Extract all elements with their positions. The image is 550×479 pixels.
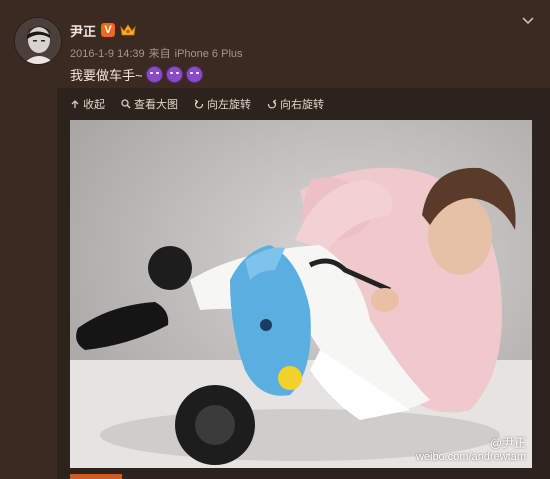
post-meta: 2016-1-9 14:39 来自 iPhone 6 Plus xyxy=(70,45,247,61)
avatar[interactable] xyxy=(14,17,62,65)
post-text-content: 我要做车手~ xyxy=(70,68,143,83)
username[interactable]: 尹正 xyxy=(70,21,96,40)
collapse-label: 收起 xyxy=(83,99,105,111)
arrow-up-icon xyxy=(71,100,79,108)
devil-emoji-icon xyxy=(165,66,183,83)
accent-bar xyxy=(70,474,122,479)
post-header: 尹正 V 2016-1-9 14:39 来自 iPhone 6 Plus 我要做车手… xyxy=(0,0,550,92)
magnifier-icon xyxy=(121,99,131,109)
watermark-url: weibo.com/andrewtam xyxy=(415,451,526,463)
rotate-right-button[interactable]: 向右旋转 xyxy=(267,96,324,112)
verified-icon: V xyxy=(101,23,116,37)
media-toolbar: 收起 查看大图 向左旋转 向右旋转 xyxy=(70,96,324,112)
post-time[interactable]: 2016-1-9 14:39 xyxy=(70,48,145,60)
post-text: 我要做车手~ xyxy=(70,65,203,84)
avatar-image xyxy=(15,18,61,64)
view-large-button[interactable]: 查看大图 xyxy=(121,96,178,112)
watermark: @尹正 weibo.com/andrewtam xyxy=(416,436,526,464)
chevron-down-icon[interactable] xyxy=(522,14,534,28)
rotate-left-button[interactable]: 向左旋转 xyxy=(194,96,251,112)
rotate-left-icon xyxy=(194,99,204,109)
rotate-right-label: 向右旋转 xyxy=(280,99,324,111)
source-prefix: 来自 xyxy=(148,48,171,60)
devil-emoji-icon xyxy=(185,66,203,83)
view-large-label: 查看大图 xyxy=(134,99,178,111)
post-source[interactable]: iPhone 6 Plus xyxy=(175,48,243,60)
photo-illustration xyxy=(70,120,532,468)
crown-badge-icon xyxy=(120,23,136,37)
rotate-left-label: 向左旋转 xyxy=(207,99,251,111)
collapse-button[interactable]: 收起 xyxy=(70,96,105,112)
watermark-name: @尹正 xyxy=(489,436,526,450)
post-photo[interactable]: @尹正 weibo.com/andrewtam xyxy=(70,120,532,468)
devil-emoji-icon xyxy=(145,66,163,83)
rotate-right-icon xyxy=(267,99,277,109)
